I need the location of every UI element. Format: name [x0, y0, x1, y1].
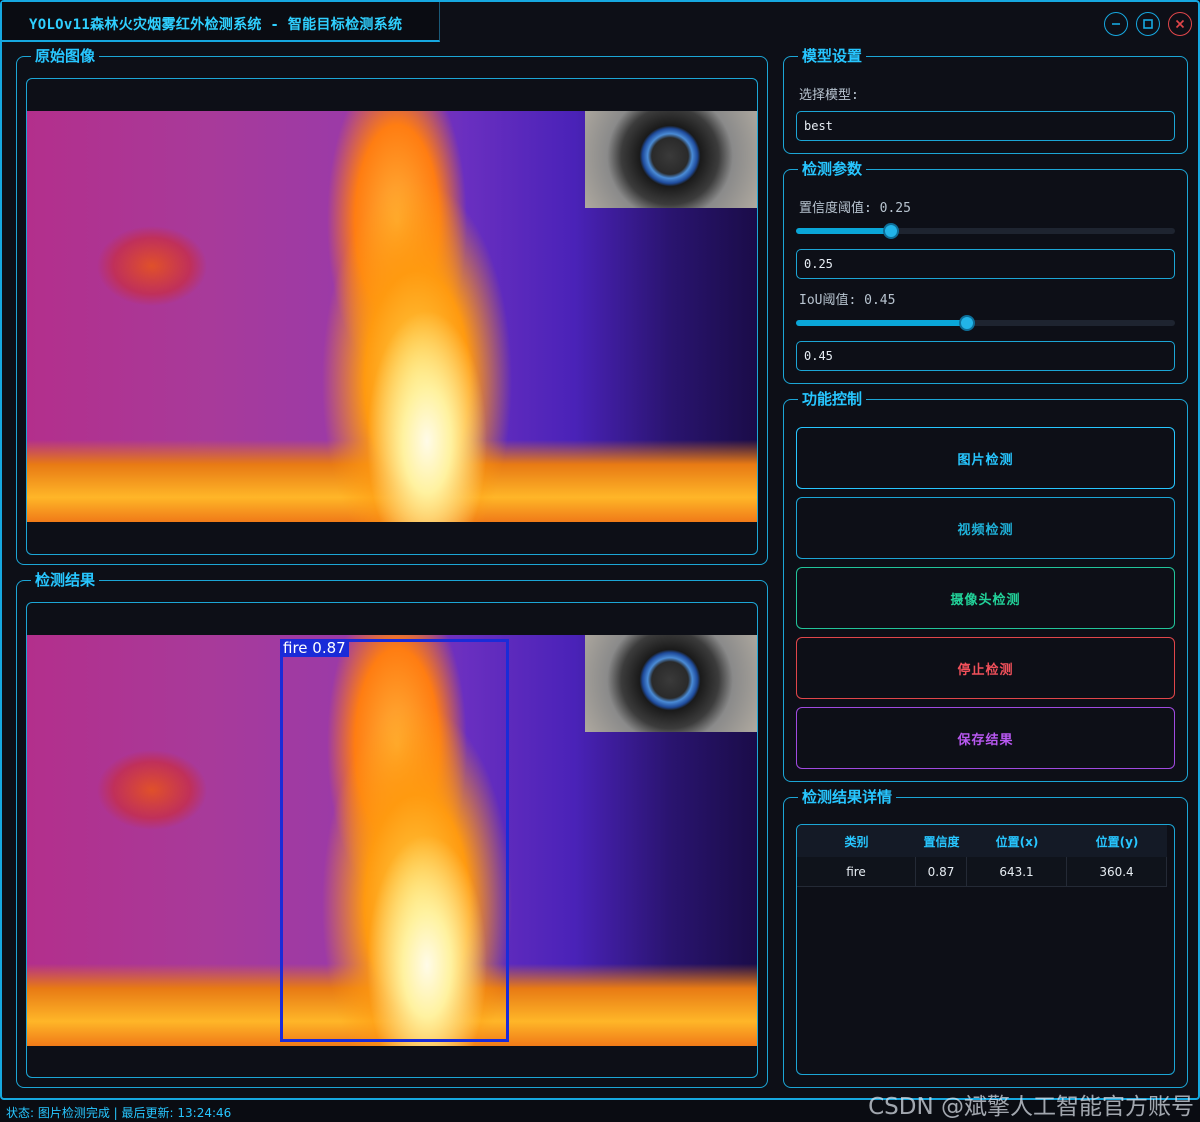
iou-input[interactable]: 0.45: [796, 341, 1175, 371]
results-table-header: 类别 置信度 位置(x) 位置(y): [797, 825, 1167, 857]
model-select[interactable]: best: [796, 111, 1175, 141]
results-table: 类别 置信度 位置(x) 位置(y) fire 0.87 643.1 360.4: [796, 824, 1175, 1075]
window-title: YOLOv11森林火灾烟雾红外检测系统 - 智能目标检测系统: [29, 17, 403, 33]
minimize-icon: [1112, 23, 1120, 25]
result-image-frame: fire 0.87: [26, 602, 758, 1078]
watermark: CSDN @斌擎人工智能官方账号: [868, 1094, 1194, 1120]
stop-detect-button[interactable]: 停止检测: [796, 637, 1175, 699]
status-text: 状态: 图片检测完成 | 最后更新: 13:24:46: [6, 1106, 232, 1120]
function-control-title: 功能控制: [798, 390, 867, 408]
confidence-input[interactable]: 0.25: [796, 249, 1175, 279]
model-settings-title: 模型设置: [798, 47, 867, 65]
header-position-x[interactable]: 位置(x): [967, 825, 1067, 857]
maximize-icon: [1143, 19, 1153, 29]
title-bar: YOLOv11森林火灾烟雾红外检测系统 - 智能目标检测系统: [2, 2, 1198, 42]
confidence-slider-fill: [796, 228, 891, 234]
result-image-title: 检测结果: [31, 571, 100, 589]
close-button[interactable]: [1168, 12, 1192, 36]
save-results-button[interactable]: 保存结果: [796, 707, 1175, 769]
cell-confidence: 0.87: [916, 857, 967, 886]
detection-label: fire 0.87: [280, 639, 349, 657]
iou-slider-fill: [796, 320, 967, 326]
detection-params-title: 检测参数: [798, 160, 867, 178]
detection-bounding-box: [280, 639, 509, 1042]
confidence-label: 置信度阈值: 0.25: [799, 201, 911, 216]
header-confidence[interactable]: 置信度: [916, 825, 967, 857]
cell-position-y: 360.4: [1067, 857, 1167, 886]
confidence-slider-handle[interactable]: [883, 223, 899, 239]
title-tab: YOLOv11森林火灾烟雾红外检测系统 - 智能目标检测系统: [2, 2, 440, 42]
iou-slider-handle[interactable]: [959, 315, 975, 331]
original-thermal-image: [27, 111, 757, 522]
app-window: YOLOv11森林火灾烟雾红外检测系统 - 智能目标检测系统 原始图像 检测结果…: [0, 0, 1200, 1100]
header-class[interactable]: 类别: [797, 825, 916, 857]
video-detect-button[interactable]: 视频检测: [796, 497, 1175, 559]
result-thermal-image: fire 0.87: [27, 635, 757, 1046]
iou-slider[interactable]: [796, 315, 1175, 331]
image-detect-button[interactable]: 图片检测: [796, 427, 1175, 489]
table-row[interactable]: fire 0.87 643.1 360.4: [797, 857, 1167, 887]
original-image-frame: [26, 78, 758, 555]
original-image-title: 原始图像: [31, 47, 100, 65]
header-position-y[interactable]: 位置(y): [1067, 825, 1167, 857]
cell-class: fire: [797, 857, 916, 886]
stove-inset-image: [585, 635, 757, 732]
stove-inset-image: [585, 111, 757, 208]
maximize-button[interactable]: [1136, 12, 1160, 36]
close-icon: [1175, 19, 1185, 29]
confidence-slider[interactable]: [796, 223, 1175, 239]
model-select-label: 选择模型:: [799, 88, 859, 103]
iou-label: IoU阈值: 0.45: [799, 293, 896, 308]
minimize-button[interactable]: [1104, 12, 1128, 36]
camera-detect-button[interactable]: 摄像头检测: [796, 567, 1175, 629]
result-details-title: 检测结果详情: [798, 788, 897, 806]
cell-position-x: 643.1: [967, 857, 1067, 886]
